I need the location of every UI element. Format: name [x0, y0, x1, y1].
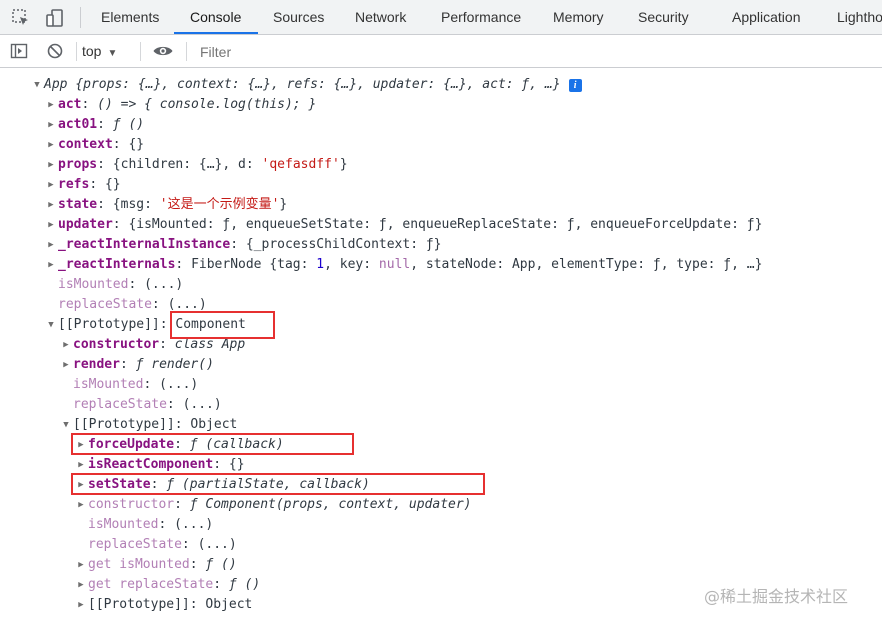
tree-row-replace-state[interactable]: replaceState: (...) — [88, 535, 237, 555]
tree-row-get-replace-state[interactable]: ▶ get replaceState: ƒ () — [75, 575, 260, 595]
filter-input[interactable] — [194, 41, 874, 62]
tab-security[interactable]: Security — [638, 0, 689, 34]
collapsed-arrow-icon[interactable]: ▶ — [75, 495, 87, 515]
collapsed-arrow-icon[interactable]: ▶ — [45, 195, 57, 215]
active-tab-indicator — [174, 32, 258, 34]
tree-row-constructor-component[interactable]: ▶ constructor: ƒ Component(props, context… — [75, 495, 471, 515]
tree-row-prototype-object[interactable]: ▼ [[Prototype]]: Object — [60, 415, 237, 435]
clear-console-icon[interactable] — [46, 42, 64, 60]
collapsed-arrow-icon[interactable]: ▶ — [75, 455, 87, 475]
collapsed-arrow-icon[interactable]: ▶ — [75, 555, 87, 575]
tree-row-is-mounted[interactable]: isMounted: (...) — [73, 375, 198, 395]
collapsed-arrow-icon[interactable]: ▶ — [45, 215, 57, 235]
tab-lighthouse[interactable]: Lighthouse — [837, 0, 882, 34]
collapsed-arrow-icon[interactable]: ▶ — [45, 255, 57, 275]
devtools-tab-bar: Elements Console Sources Network Perform… — [0, 0, 882, 35]
tree-row-is-react-component[interactable]: ▶ isReactComponent: {} — [75, 455, 244, 475]
tree-row-root[interactable]: ▼ App {props: {…}, context: {…}, refs: {…… — [31, 75, 582, 95]
tree-row-refs[interactable]: ▶ refs: {} — [45, 175, 120, 195]
tree-row-get-is-mounted[interactable]: ▶ get isMounted: ƒ () — [75, 555, 236, 575]
collapsed-arrow-icon[interactable]: ▶ — [45, 155, 57, 175]
tree-row-react-internal-instance[interactable]: ▶ _reactInternalInstance: {_processChildC… — [45, 235, 441, 255]
tree-row-act[interactable]: ▶ act: () => { console.log(this); } — [45, 95, 316, 115]
collapsed-arrow-icon[interactable]: ▶ — [45, 135, 57, 155]
tab-elements[interactable]: Elements — [101, 0, 159, 34]
tree-row-act01[interactable]: ▶ act01: ƒ () — [45, 115, 144, 135]
tab-performance[interactable]: Performance — [441, 0, 521, 34]
info-icon[interactable]: i — [568, 79, 582, 92]
collapsed-arrow-icon[interactable]: ▶ — [45, 115, 57, 135]
context-selector-label: top — [82, 43, 102, 59]
console-toolbar: top ▼ — [0, 35, 882, 68]
tree-row-replace-state[interactable]: replaceState: (...) — [73, 395, 222, 415]
tab-divider — [80, 7, 81, 28]
tree-row-prototype-object-nested[interactable]: ▶ [[Prototype]]: Object — [75, 595, 252, 615]
highlight-box-force-update — [71, 433, 354, 455]
tree-row-react-internals[interactable]: ▶ _reactInternals: FiberNode {tag: 1, key… — [45, 255, 762, 275]
tree-row-render[interactable]: ▶ render: ƒ render() — [60, 355, 214, 375]
expanded-arrow-icon[interactable]: ▼ — [31, 75, 43, 95]
toolbar-divider — [76, 42, 77, 61]
collapsed-arrow-icon[interactable]: ▶ — [75, 575, 87, 595]
sidebar-toggle-icon[interactable] — [10, 42, 28, 60]
tab-console[interactable]: Console — [190, 0, 241, 34]
expanded-arrow-icon[interactable]: ▼ — [45, 315, 57, 335]
collapsed-arrow-icon[interactable]: ▶ — [45, 235, 57, 255]
toolbar-divider — [140, 42, 141, 61]
tab-sources[interactable]: Sources — [273, 0, 324, 34]
tree-row-is-mounted[interactable]: isMounted: (...) — [88, 515, 213, 535]
collapsed-arrow-icon[interactable]: ▶ — [60, 355, 72, 375]
tree-row-is-mounted[interactable]: isMounted: (...) — [58, 275, 183, 295]
watermark-text: @稀土掘金技术社区 — [704, 587, 849, 606]
tab-network[interactable]: Network — [355, 0, 406, 34]
highlight-box-set-state — [71, 473, 485, 495]
eye-icon[interactable] — [152, 42, 174, 60]
inspect-element-icon[interactable] — [11, 8, 31, 28]
tree-row-updater[interactable]: ▶ updater: {isMounted: ƒ, enqueueSetState… — [45, 215, 762, 235]
device-toolbar-icon[interactable] — [45, 8, 65, 28]
collapsed-arrow-icon[interactable]: ▶ — [75, 595, 87, 615]
collapsed-arrow-icon[interactable]: ▶ — [45, 95, 57, 115]
tab-memory[interactable]: Memory — [553, 0, 604, 34]
tree-row-props[interactable]: ▶ props: {children: {…}, d: 'qefasdff'} — [45, 155, 347, 175]
tree-row-state[interactable]: ▶ state: {msg: '这是一个示例变量'} — [45, 195, 287, 215]
caret-down-icon: ▼ — [107, 48, 118, 59]
collapsed-arrow-icon[interactable]: ▶ — [45, 175, 57, 195]
tree-row-context[interactable]: ▶ context: {} — [45, 135, 144, 155]
context-selector[interactable]: top ▼ — [82, 42, 117, 61]
toolbar-divider — [186, 42, 187, 61]
collapsed-arrow-icon[interactable]: ▶ — [60, 335, 72, 355]
highlight-box-component — [170, 311, 275, 339]
expanded-arrow-icon[interactable]: ▼ — [60, 415, 72, 435]
tab-application[interactable]: Application — [732, 0, 801, 34]
